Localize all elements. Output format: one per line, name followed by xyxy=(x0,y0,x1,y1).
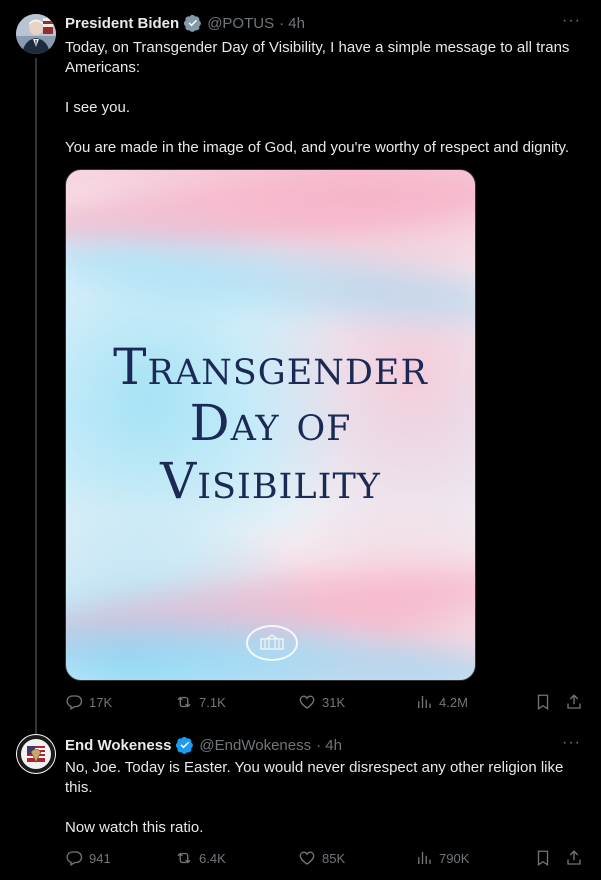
like-button[interactable]: 85K xyxy=(298,849,345,867)
repost-count: 6.4K xyxy=(199,850,226,866)
tweet-paragraph: No, Joe. Today is Easter. You would neve… xyxy=(65,759,564,796)
tweet-header: End Wokeness @EndWokeness · 4h xyxy=(65,736,342,754)
repost-button[interactable]: 7.1K xyxy=(175,693,226,711)
bookmark-button[interactable] xyxy=(534,693,552,714)
thread-connector-line-top xyxy=(35,720,37,734)
more-dots-icon[interactable]: ··· xyxy=(562,12,581,30)
tweet-paragraph: Now watch this ratio. xyxy=(65,819,204,836)
more-dots-icon[interactable]: ··· xyxy=(562,734,581,752)
tweet-paragraph: Today, on Transgender Day of Visibility,… xyxy=(65,39,570,76)
bookmark-icon xyxy=(537,850,549,867)
image-title-line-3: Visibility xyxy=(160,452,381,510)
tweet-header: President Biden @POTUS · 4h xyxy=(65,14,305,32)
share-button[interactable] xyxy=(565,849,583,870)
tweet-text: Today, on Transgender Day of Visibility,… xyxy=(65,38,585,158)
view-count: 4.2M xyxy=(439,694,468,710)
repost-icon xyxy=(177,696,191,708)
tweet-paragraph: You are made in the image of God, and yo… xyxy=(65,139,570,156)
avatar-president-biden[interactable] xyxy=(16,14,56,54)
views-button[interactable]: 790K xyxy=(415,849,469,867)
repost-count: 7.1K xyxy=(199,694,226,710)
timestamp[interactable]: · 4h xyxy=(316,737,342,754)
heart-icon xyxy=(299,695,315,709)
reply-count: 941 xyxy=(89,850,111,866)
reply-bubble-icon xyxy=(66,695,83,710)
tweet-endwokeness[interactable]: End Wokeness @EndWokeness · 4h ··· No, J… xyxy=(0,720,601,880)
tweet-media-image[interactable]: Transgender Day of Visibility xyxy=(65,169,476,681)
reply-button[interactable]: 17K xyxy=(65,693,112,711)
author-name[interactable]: President Biden xyxy=(65,15,179,32)
bookmark-icon xyxy=(537,694,549,711)
reply-count: 17K xyxy=(89,694,113,710)
bookmark-button[interactable] xyxy=(534,849,552,870)
repost-button[interactable]: 6.4K xyxy=(175,849,226,867)
share-button[interactable] xyxy=(565,693,583,714)
avatar-end-wokeness[interactable] xyxy=(16,734,56,774)
heart-icon xyxy=(299,851,315,865)
timestamp[interactable]: · 4h xyxy=(279,15,305,32)
like-count: 85K xyxy=(322,850,346,866)
like-count: 31K xyxy=(322,694,346,710)
author-handle[interactable]: @EndWokeness xyxy=(199,737,311,754)
tweet-potus[interactable]: President Biden @POTUS · 4h ··· Today, o… xyxy=(0,0,601,730)
reply-bubble-icon xyxy=(66,851,83,866)
tweet-paragraph: I see you. xyxy=(65,99,131,116)
white-house-logo-icon xyxy=(246,625,298,661)
view-count: 790K xyxy=(439,850,470,866)
analytics-bars-icon xyxy=(418,696,431,708)
reply-button[interactable]: 941 xyxy=(65,849,111,867)
tweet-text: No, Joe. Today is Easter. You would neve… xyxy=(65,758,585,838)
share-icon xyxy=(567,694,581,709)
author-name[interactable]: End Wokeness xyxy=(65,737,171,754)
analytics-bars-icon xyxy=(418,852,431,864)
author-handle[interactable]: @POTUS xyxy=(207,15,274,32)
thread-connector-line xyxy=(35,58,37,730)
tweet-actions-bar: 17K 7.1K 31K 4.2M xyxy=(65,693,585,713)
like-button[interactable]: 31K xyxy=(298,693,345,711)
image-title-line-1: Transgender xyxy=(113,338,428,396)
avatar-image xyxy=(16,734,56,774)
share-icon xyxy=(567,850,581,865)
views-button[interactable]: 4.2M xyxy=(415,693,468,711)
blue-wave-top xyxy=(66,224,475,336)
repost-icon xyxy=(177,852,191,864)
verified-badge-icon[interactable] xyxy=(176,736,194,754)
tweet-actions-bar: 941 6.4K 85K 790K xyxy=(65,849,585,869)
avatar-image xyxy=(16,14,56,54)
image-title-line-2: Day of xyxy=(189,394,352,452)
verified-badge-icon[interactable] xyxy=(184,14,202,32)
